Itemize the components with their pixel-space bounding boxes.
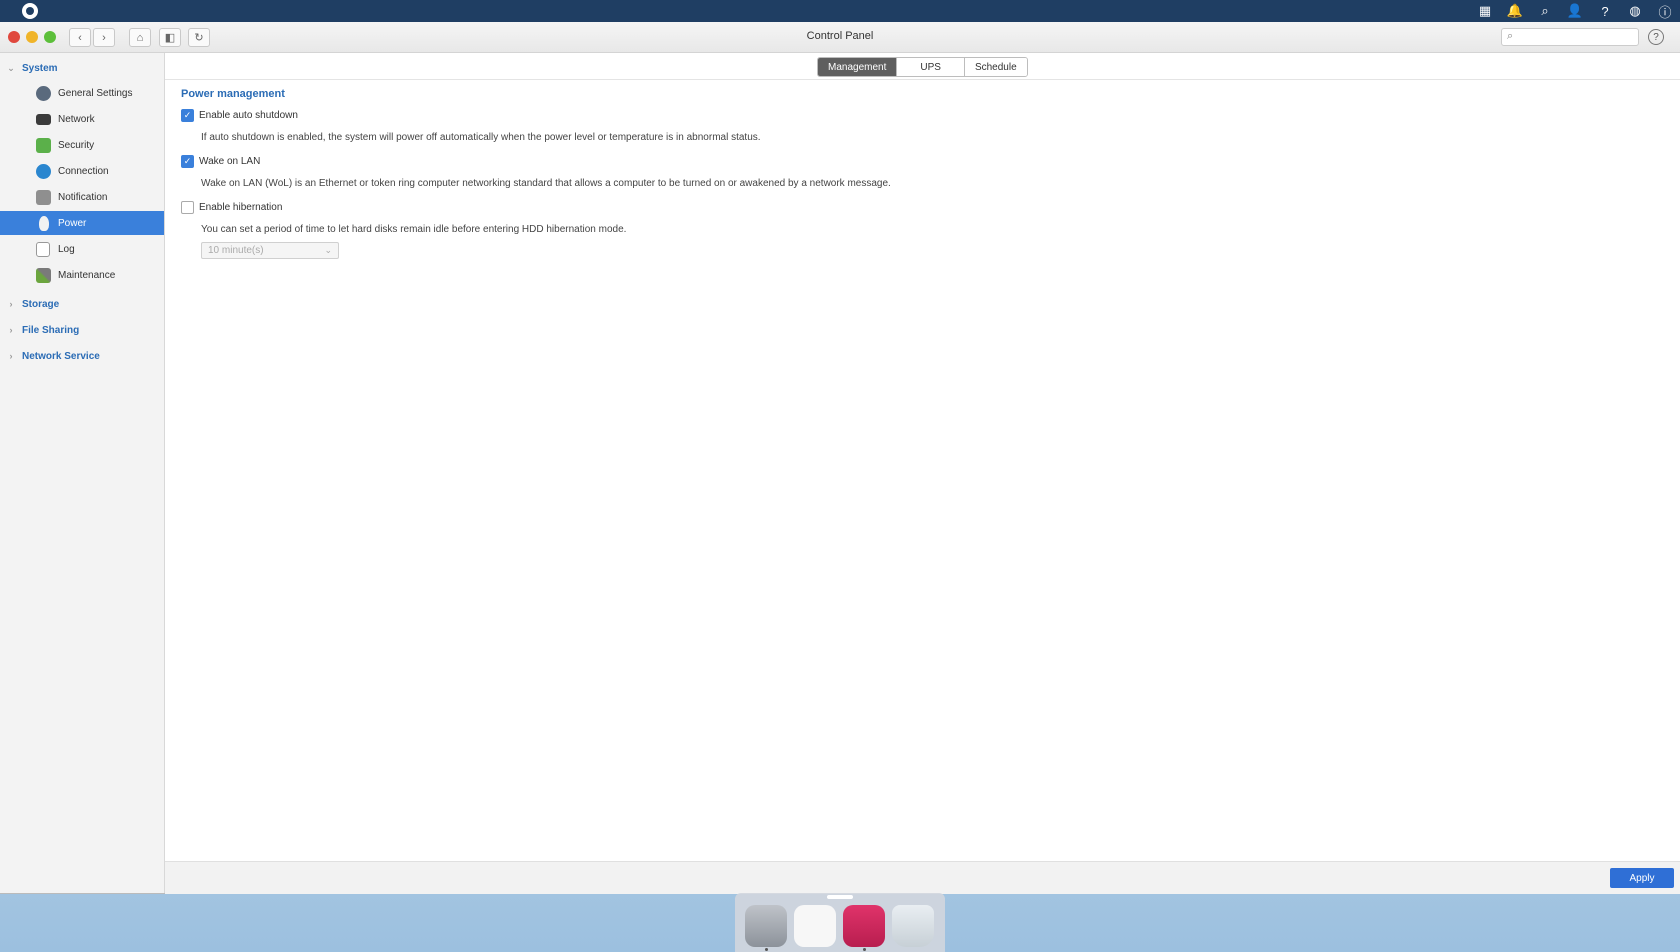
search-icon: ⌕ <box>1507 30 1514 42</box>
apps-grid-icon[interactable]: ▦ <box>1476 2 1494 20</box>
help-icon[interactable]: ? <box>1596 2 1614 20</box>
running-indicator <box>863 948 866 951</box>
wake-on-lan-checkbox[interactable]: ✓ <box>181 155 194 168</box>
tab-schedule[interactable]: Schedule <box>964 58 1027 76</box>
tab-ups[interactable]: UPS <box>897 58 965 76</box>
sidebar-section-file-sharing[interactable]: › File Sharing <box>0 318 164 342</box>
sidebar-item-network[interactable]: Network <box>0 107 164 131</box>
hibernation-option[interactable]: Enable hibernation <box>181 201 282 214</box>
apply-button[interactable]: Apply <box>1610 868 1674 888</box>
globe-icon[interactable]: ◍ <box>1626 2 1644 20</box>
user-icon[interactable]: 👤 <box>1566 2 1584 20</box>
gear-icon <box>36 85 51 101</box>
bell-icon[interactable]: 🔔 <box>1506 2 1524 20</box>
sidebar-item-log[interactable]: Log <box>0 237 164 261</box>
sidebar-item-security[interactable]: Security <box>0 133 164 157</box>
auto-shutdown-option[interactable]: ✓ Enable auto shutdown <box>181 109 298 122</box>
tools-icon <box>36 267 51 283</box>
globe-icon <box>36 163 51 179</box>
bell-icon <box>36 189 51 205</box>
chevron-down-icon: ⌄ <box>7 62 15 73</box>
control-panel-window: ‹ › ⌂ ◧ ↻ Control Panel ⌕ ? ⌄ System Gen… <box>0 22 1680 894</box>
auto-shutdown-description: If auto shutdown is enabled, the system … <box>201 132 761 143</box>
lock-icon <box>36 137 51 153</box>
sidebar-item-notification[interactable]: Notification <box>0 185 164 209</box>
chevron-right-icon: › <box>9 351 13 361</box>
security-shield-icon[interactable] <box>843 905 885 947</box>
sidebar-item-power[interactable]: Power <box>0 211 164 235</box>
auto-shutdown-checkbox[interactable]: ✓ <box>181 109 194 122</box>
info-icon[interactable]: ⓘ <box>1656 2 1674 20</box>
sidebar-section-network-service[interactable]: › Network Service <box>0 344 164 368</box>
dock-handle[interactable] <box>827 895 853 899</box>
system-top-bar: ▦ 🔔 ⌕ 👤 ? ◍ ⓘ <box>0 0 1680 22</box>
sidebar-item-connection[interactable]: Connection <box>0 159 164 183</box>
wake-on-lan-description: Wake on LAN (WoL) is an Ethernet or toke… <box>201 178 891 189</box>
tab-divider <box>165 79 1680 80</box>
search-input[interactable] <box>1522 30 1636 45</box>
sidebar-item-general-settings[interactable]: General Settings <box>0 81 164 105</box>
wake-on-lan-option[interactable]: ✓ Wake on LAN <box>181 155 260 168</box>
app-grid-icon[interactable] <box>794 905 836 947</box>
chevron-down-icon: ⌄ <box>324 245 332 255</box>
hibernation-description: You can set a period of time to let hard… <box>201 224 627 235</box>
os-logo-icon[interactable] <box>22 3 38 19</box>
dock <box>735 893 945 952</box>
sidebar-section-storage[interactable]: › Storage <box>0 292 164 316</box>
tab-bar: Management UPS Schedule <box>817 57 1028 77</box>
log-icon <box>36 241 50 257</box>
help-button[interactable]: ? <box>1648 29 1664 45</box>
sidebar-item-maintenance[interactable]: Maintenance <box>0 263 164 287</box>
section-title: Power management <box>181 88 285 100</box>
search-box[interactable]: ⌕ <box>1501 28 1639 46</box>
chevron-right-icon: › <box>9 325 13 335</box>
chevron-right-icon: › <box>9 299 13 309</box>
running-indicator <box>765 948 768 951</box>
footer-bar: Apply <box>165 861 1680 894</box>
search-icon[interactable]: ⌕ <box>1536 2 1554 20</box>
main-content: Management UPS Schedule Power management… <box>165 53 1680 894</box>
hibernation-checkbox[interactable] <box>181 201 194 214</box>
hibernation-time-select[interactable]: 10 minute(s) ⌄ <box>201 242 339 259</box>
recycle-bin-icon[interactable] <box>892 905 934 947</box>
bulb-icon <box>39 215 49 231</box>
sidebar: ⌄ System General Settings Network Securi… <box>0 53 165 893</box>
sidebar-section-system[interactable]: ⌄ System <box>0 56 164 80</box>
storage-manager-icon[interactable] <box>745 905 787 947</box>
window-titlebar: ‹ › ⌂ ◧ ↻ Control Panel ⌕ ? <box>0 22 1680 53</box>
window-title: Control Panel <box>806 30 874 42</box>
network-icon <box>36 114 51 125</box>
tab-management[interactable]: Management <box>818 58 898 76</box>
